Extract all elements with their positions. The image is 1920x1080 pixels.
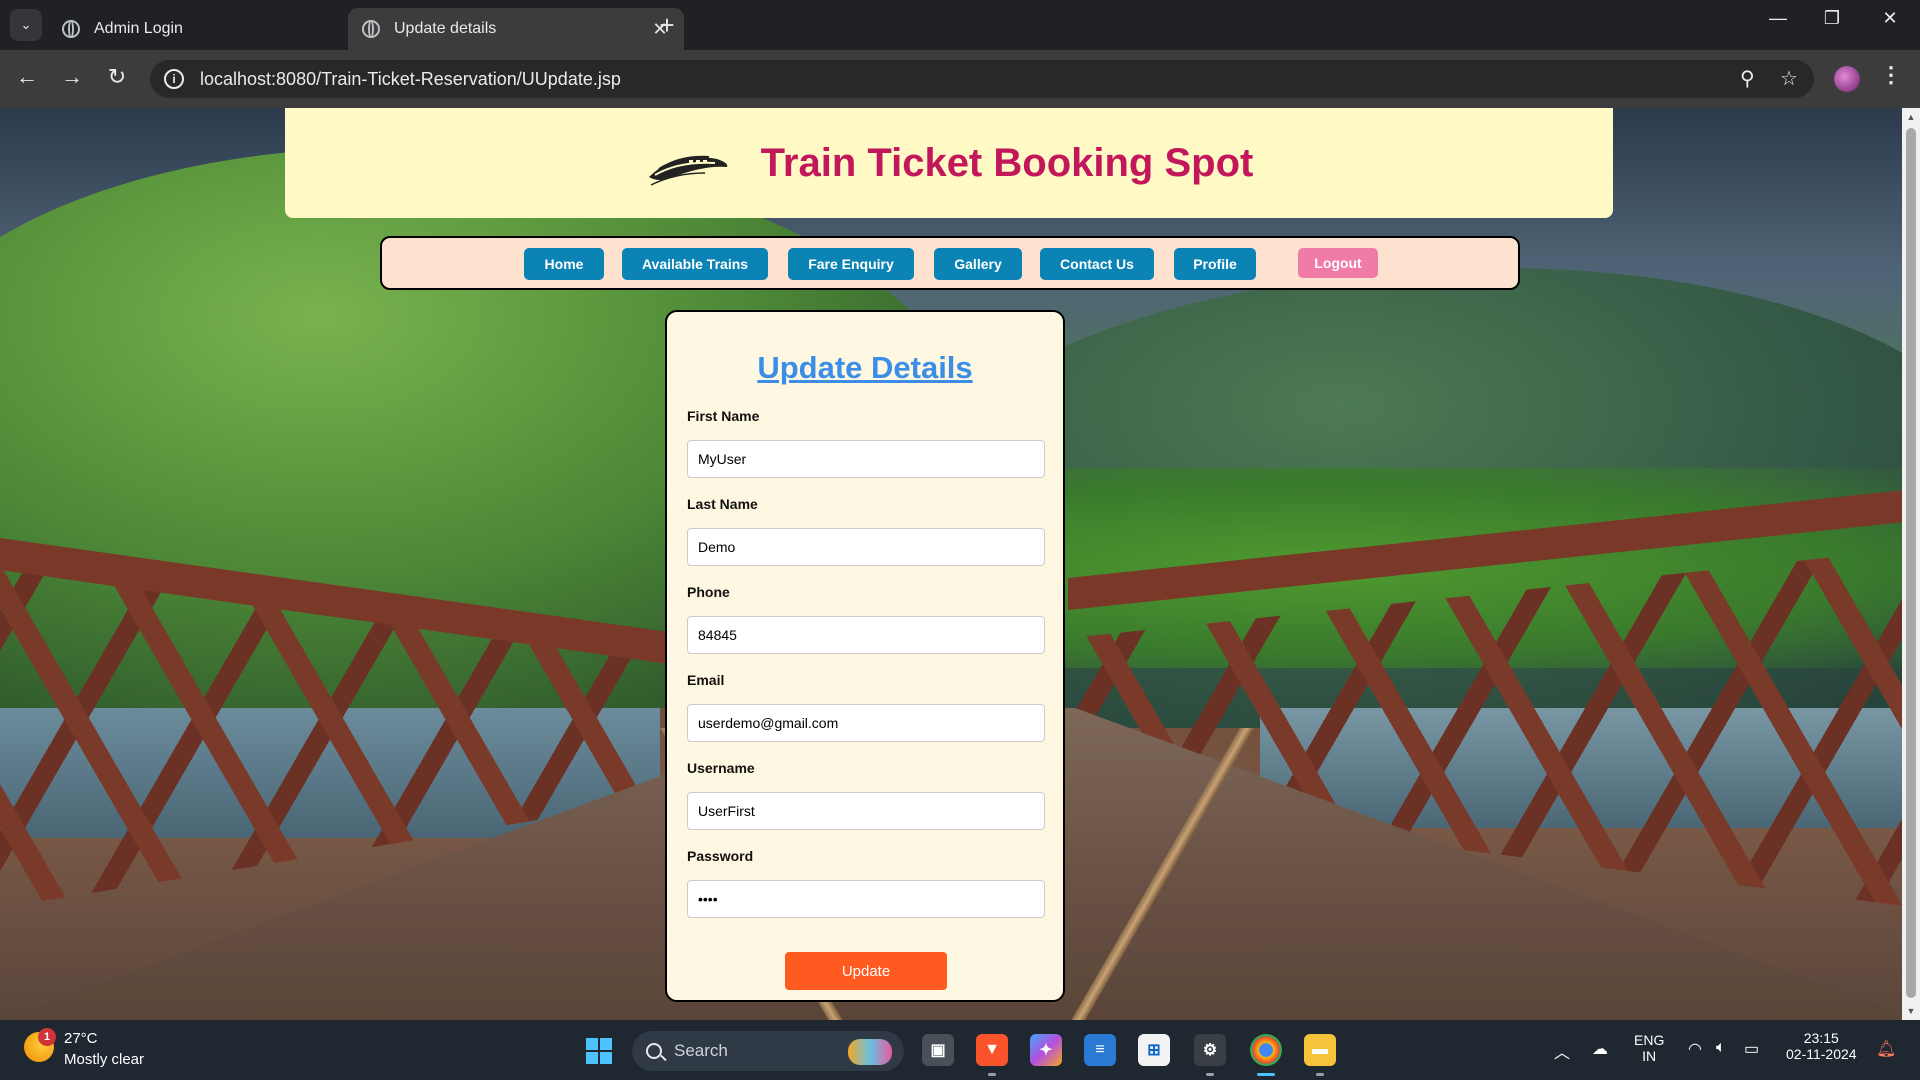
tab-search-button[interactable]: ⌄: [10, 9, 42, 41]
taskbar-search[interactable]: Search: [632, 1031, 904, 1071]
bookmark-star-icon[interactable]: ☆: [1780, 66, 1798, 91]
wifi-icon[interactable]: ◠: [1688, 1039, 1702, 1059]
form-title: Update Details: [757, 350, 973, 385]
first-name-label: First Name: [687, 408, 760, 424]
username-input[interactable]: [687, 792, 1045, 830]
nav-profile-button[interactable]: Profile: [1174, 248, 1256, 280]
nav-logout-button[interactable]: Logout: [1298, 248, 1378, 278]
email-label: Email: [687, 672, 725, 688]
globe-icon: [362, 20, 380, 38]
first-name-input[interactable]: [687, 440, 1045, 478]
new-tab-button[interactable]: +: [652, 10, 682, 41]
tab-title: Update details: [394, 20, 497, 37]
volume-icon[interactable]: 🔈︎: [1716, 1039, 1726, 1057]
chevron-up-icon[interactable]: ︿: [1554, 1039, 1570, 1063]
tab-title: Admin Login: [94, 20, 183, 37]
phone-input[interactable]: [687, 616, 1045, 654]
search-icon: [646, 1043, 662, 1059]
tab-update-details[interactable]: Update details ✕: [348, 8, 684, 50]
onedrive-cloud-icon[interactable]: ☁: [1592, 1039, 1608, 1059]
page-scrollbar[interactable]: ▲ ▼: [1902, 108, 1920, 1020]
zoom-icon[interactable]: ⚲: [1740, 66, 1755, 91]
update-button[interactable]: Update: [785, 952, 947, 990]
battery-icon[interactable]: ▭: [1744, 1039, 1759, 1059]
nav-home-button[interactable]: Home: [524, 248, 604, 280]
weather-temperature[interactable]: 27°C: [64, 1030, 98, 1047]
train-logo-icon: [645, 133, 731, 193]
site-header: Train Ticket Booking Spot: [285, 108, 1613, 218]
running-indicator: [1206, 1073, 1214, 1076]
search-highlight-icon: [848, 1039, 892, 1065]
window-close-button[interactable]: ✕: [1870, 8, 1910, 29]
last-name-input[interactable]: [687, 528, 1045, 566]
globe-icon: [62, 20, 80, 38]
reload-button[interactable]: ↻: [102, 64, 132, 90]
page-viewport: Train Ticket Booking Spot Home Available…: [0, 108, 1920, 1020]
running-indicator: [1316, 1073, 1324, 1076]
password-input[interactable]: [687, 880, 1045, 918]
scroll-down-icon[interactable]: ▼: [1902, 1002, 1920, 1020]
last-name-label: Last Name: [687, 496, 758, 512]
microsoft-store-icon[interactable]: ⊞: [1138, 1034, 1170, 1066]
scroll-thumb[interactable]: [1906, 128, 1916, 998]
username-label: Username: [687, 760, 755, 776]
running-indicator: [988, 1073, 996, 1076]
site-info-icon[interactable]: i: [164, 69, 184, 89]
weather-condition[interactable]: Mostly clear: [64, 1051, 144, 1068]
url-text: localhost:8080/Train-Ticket-Reservation/…: [200, 68, 621, 89]
settings-gear-icon[interactable]: ⚙: [1194, 1034, 1226, 1066]
profile-avatar[interactable]: [1834, 66, 1860, 92]
copilot-icon[interactable]: ✦: [1030, 1034, 1062, 1066]
language-line1: ENG: [1634, 1032, 1665, 1048]
browser-toolbar: ← → ↻ i localhost:8080/Train-Ticket-Rese…: [0, 50, 1920, 108]
clock-date: 02-11-2024: [1786, 1046, 1857, 1062]
notification-bell-icon[interactable]: 🔔︎: [1876, 1039, 1896, 1059]
search-label: Search: [674, 1041, 728, 1060]
brave-browser-icon[interactable]: ▼: [976, 1034, 1008, 1066]
taskbar: 1 27°C Mostly clear Search ▣ ▼ ✦ ≡ ⊞ ⚙ ▬…: [0, 1020, 1920, 1080]
password-label: Password: [687, 848, 754, 864]
clock[interactable]: 23:15 02-11-2024: [1786, 1030, 1857, 1062]
restore-button[interactable]: ❐: [1812, 8, 1852, 29]
minimize-button[interactable]: —: [1758, 8, 1798, 29]
back-button[interactable]: ←: [12, 64, 42, 90]
nav-gallery-button[interactable]: Gallery: [934, 248, 1022, 280]
chrome-icon[interactable]: [1250, 1034, 1282, 1066]
phone-label: Phone: [687, 584, 730, 600]
start-button[interactable]: [586, 1038, 612, 1064]
main-nav: Home Available Trains Fare Enquiry Galle…: [380, 236, 1520, 290]
nav-contact-us-button[interactable]: Contact Us: [1040, 248, 1154, 280]
site-title: Train Ticket Booking Spot: [760, 140, 1254, 185]
tab-admin-login[interactable]: Admin Login ✕: [48, 8, 384, 50]
language-indicator[interactable]: ENG IN: [1634, 1032, 1664, 1064]
active-indicator: [1257, 1073, 1275, 1076]
language-line2: IN: [1642, 1048, 1657, 1064]
browser-menu-icon[interactable]: ⋮: [1880, 62, 1902, 88]
address-bar[interactable]: i localhost:8080/Train-Ticket-Reservatio…: [150, 60, 1814, 98]
scroll-up-icon[interactable]: ▲: [1902, 108, 1920, 126]
email-input[interactable]: [687, 704, 1045, 742]
task-view-icon[interactable]: ▣: [922, 1034, 954, 1066]
notepad-icon[interactable]: ≡: [1084, 1034, 1116, 1066]
clock-time: 23:15: [1803, 1030, 1839, 1046]
weather-badge: 1: [38, 1028, 56, 1046]
update-details-form: Update Details First Name Last Name Phon…: [665, 310, 1065, 1002]
browser-tab-bar: ⌄ Admin Login ✕ Update details ✕ + — ❐ ✕: [0, 0, 1920, 50]
nav-fare-enquiry-button[interactable]: Fare Enquiry: [788, 248, 914, 280]
nav-available-trains-button[interactable]: Available Trains: [622, 248, 768, 280]
forward-button[interactable]: →: [57, 64, 87, 90]
file-explorer-icon[interactable]: ▬: [1304, 1034, 1336, 1066]
